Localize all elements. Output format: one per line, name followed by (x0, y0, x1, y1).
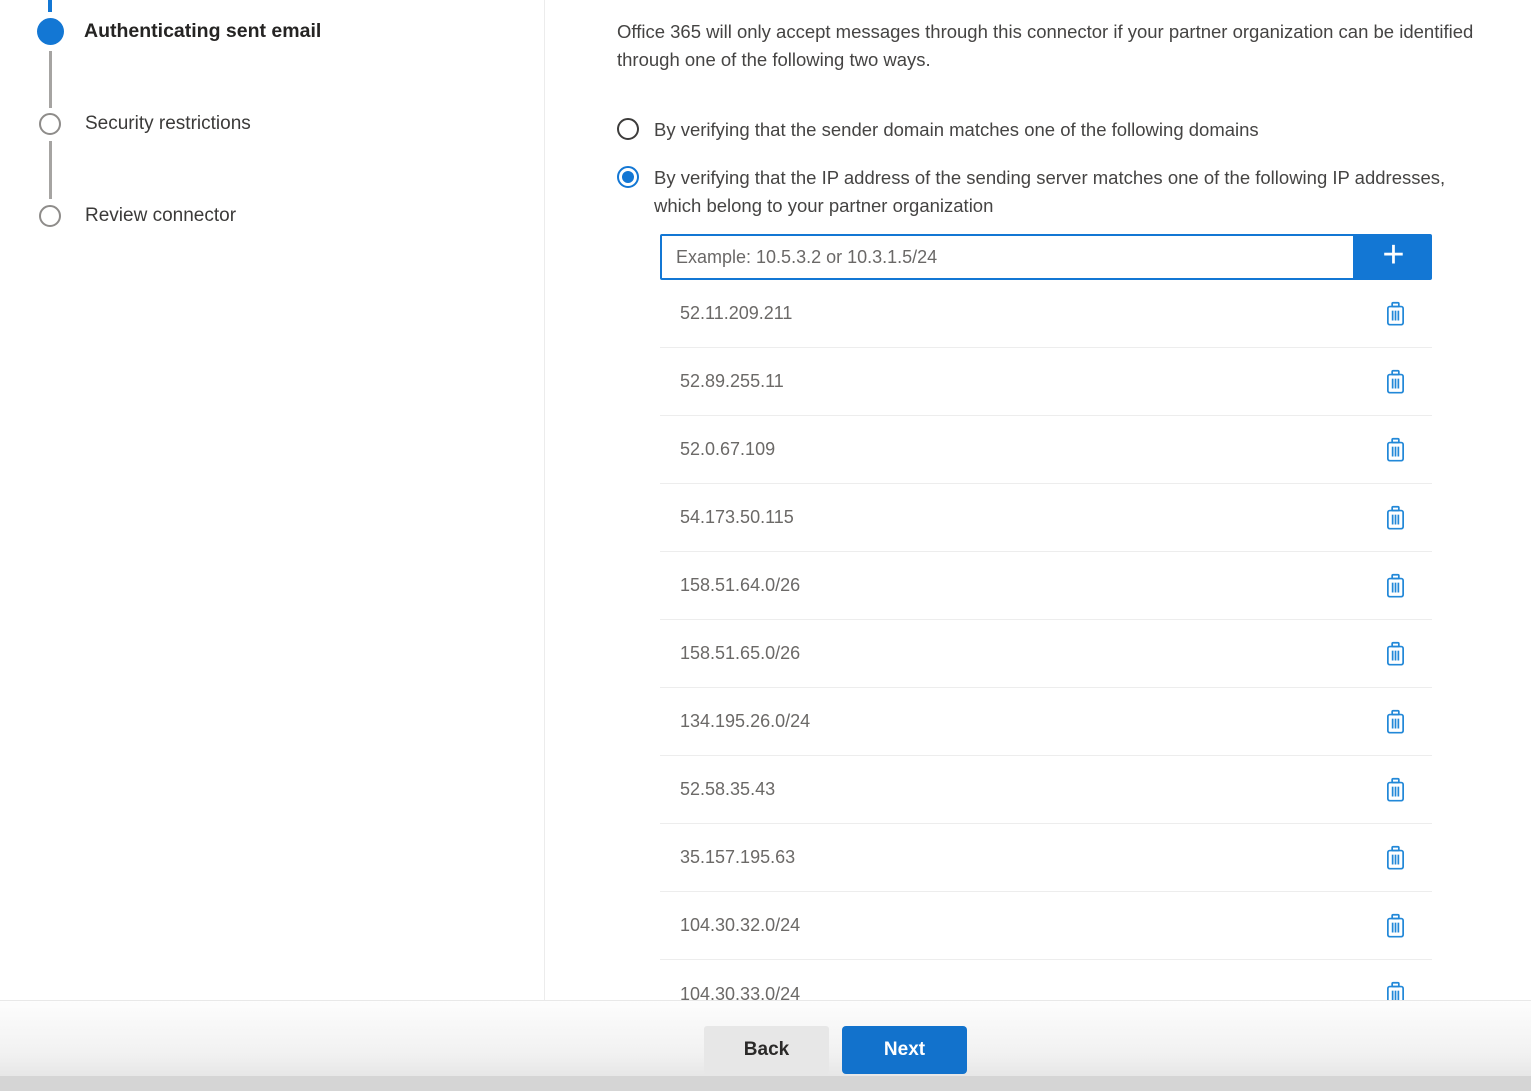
trash-icon (1385, 437, 1406, 463)
ip-entry-row: + (660, 234, 1432, 280)
ip-address-value: 104.30.32.0/24 (680, 915, 800, 936)
ip-list-row: 158.51.64.0/26 (660, 552, 1432, 620)
connector-wizard-page: Authenticating sent email Security restr… (0, 0, 1531, 1091)
ip-address-value: 134.195.26.0/24 (680, 711, 810, 732)
option-ip-address[interactable]: By verifying that the IP address of the … (617, 164, 1531, 220)
next-button[interactable]: Next (842, 1026, 967, 1074)
add-ip-button[interactable]: + (1355, 234, 1432, 280)
ip-list-row: 52.89.255.11 (660, 348, 1432, 416)
step-label: Review connector (85, 205, 236, 227)
trash-icon (1385, 573, 1406, 599)
delete-ip-button[interactable] (1383, 639, 1408, 669)
trash-icon (1385, 913, 1406, 939)
step-content-panel: Office 365 will only accept messages thr… (545, 0, 1531, 1000)
step-label: Authenticating sent email (84, 20, 321, 43)
step-circle-icon (39, 205, 61, 227)
ip-address-value: 52.11.209.211 (680, 303, 792, 324)
stepper-step-authenticating-sent-email[interactable]: Authenticating sent email (37, 18, 321, 45)
trash-icon (1385, 369, 1406, 395)
ip-address-value: 158.51.64.0/26 (680, 575, 800, 596)
stepper-previous-step-line (48, 0, 52, 12)
delete-ip-button[interactable] (1383, 707, 1408, 737)
delete-ip-button[interactable] (1383, 775, 1408, 805)
stepper-connector-line (49, 51, 52, 108)
step-active-circle-icon (37, 18, 64, 45)
ip-address-value: 52.89.255.11 (680, 371, 784, 392)
ip-list-row: 104.30.32.0/24 (660, 892, 1432, 960)
ip-address-value: 104.30.33.0/24 (680, 984, 800, 1001)
delete-ip-button[interactable] (1383, 979, 1408, 1000)
trash-icon (1385, 709, 1406, 735)
option-sender-domain[interactable]: By verifying that the sender domain matc… (617, 116, 1531, 144)
stepper-connector-line (49, 141, 52, 199)
delete-ip-button[interactable] (1383, 911, 1408, 941)
trash-icon (1385, 845, 1406, 871)
plus-icon: + (1382, 236, 1404, 274)
ip-list-row: 134.195.26.0/24 (660, 688, 1432, 756)
delete-ip-button[interactable] (1383, 503, 1408, 533)
option-label: By verifying that the IP address of the … (654, 164, 1472, 220)
step-description: Office 365 will only accept messages thr… (617, 18, 1531, 74)
option-label: By verifying that the sender domain matc… (654, 116, 1259, 144)
ip-list-row: 52.11.209.211 (660, 280, 1432, 348)
ip-list-row: 104.30.33.0/24 (660, 960, 1432, 1000)
wizard-footer: Back Next (0, 1000, 1531, 1091)
trash-icon (1385, 777, 1406, 803)
ip-list-row: 54.173.50.115 (660, 484, 1432, 552)
trash-icon (1385, 981, 1406, 1000)
ip-address-value: 52.58.35.43 (680, 779, 775, 800)
delete-ip-button[interactable] (1383, 367, 1408, 397)
ip-list-row: 52.0.67.109 (660, 416, 1432, 484)
step-circle-icon (39, 113, 61, 135)
trash-icon (1385, 641, 1406, 667)
ip-address-value: 52.0.67.109 (680, 439, 775, 460)
ip-address-value: 54.173.50.115 (680, 507, 794, 528)
trash-icon (1385, 505, 1406, 531)
stepper-step-security-restrictions[interactable]: Security restrictions (39, 113, 251, 135)
ip-address-value: 158.51.65.0/26 (680, 643, 800, 664)
trash-icon (1385, 301, 1406, 327)
delete-ip-button[interactable] (1383, 299, 1408, 329)
step-label: Security restrictions (85, 113, 251, 135)
radio-unselected-icon[interactable] (617, 118, 639, 140)
footer-buttons: Back Next (70, 1001, 1531, 1074)
stepper-step-review-connector[interactable]: Review connector (39, 205, 236, 227)
ip-list-row: 35.157.195.63 (660, 824, 1432, 892)
ip-address-value: 35.157.195.63 (680, 847, 795, 868)
delete-ip-button[interactable] (1383, 843, 1408, 873)
ip-list-row: 158.51.65.0/26 (660, 620, 1432, 688)
ip-list-row: 52.58.35.43 (660, 756, 1432, 824)
wizard-stepper: Authenticating sent email Security restr… (0, 0, 545, 1000)
radio-selected-icon[interactable] (617, 166, 639, 188)
ip-address-input[interactable] (660, 234, 1355, 280)
delete-ip-button[interactable] (1383, 435, 1408, 465)
back-button[interactable]: Back (704, 1026, 829, 1074)
delete-ip-button[interactable] (1383, 571, 1408, 601)
ip-list: 52.11.209.211 52.89.255.11 52.0.67.109 (660, 280, 1432, 1000)
verification-options: By verifying that the sender domain matc… (617, 116, 1531, 220)
